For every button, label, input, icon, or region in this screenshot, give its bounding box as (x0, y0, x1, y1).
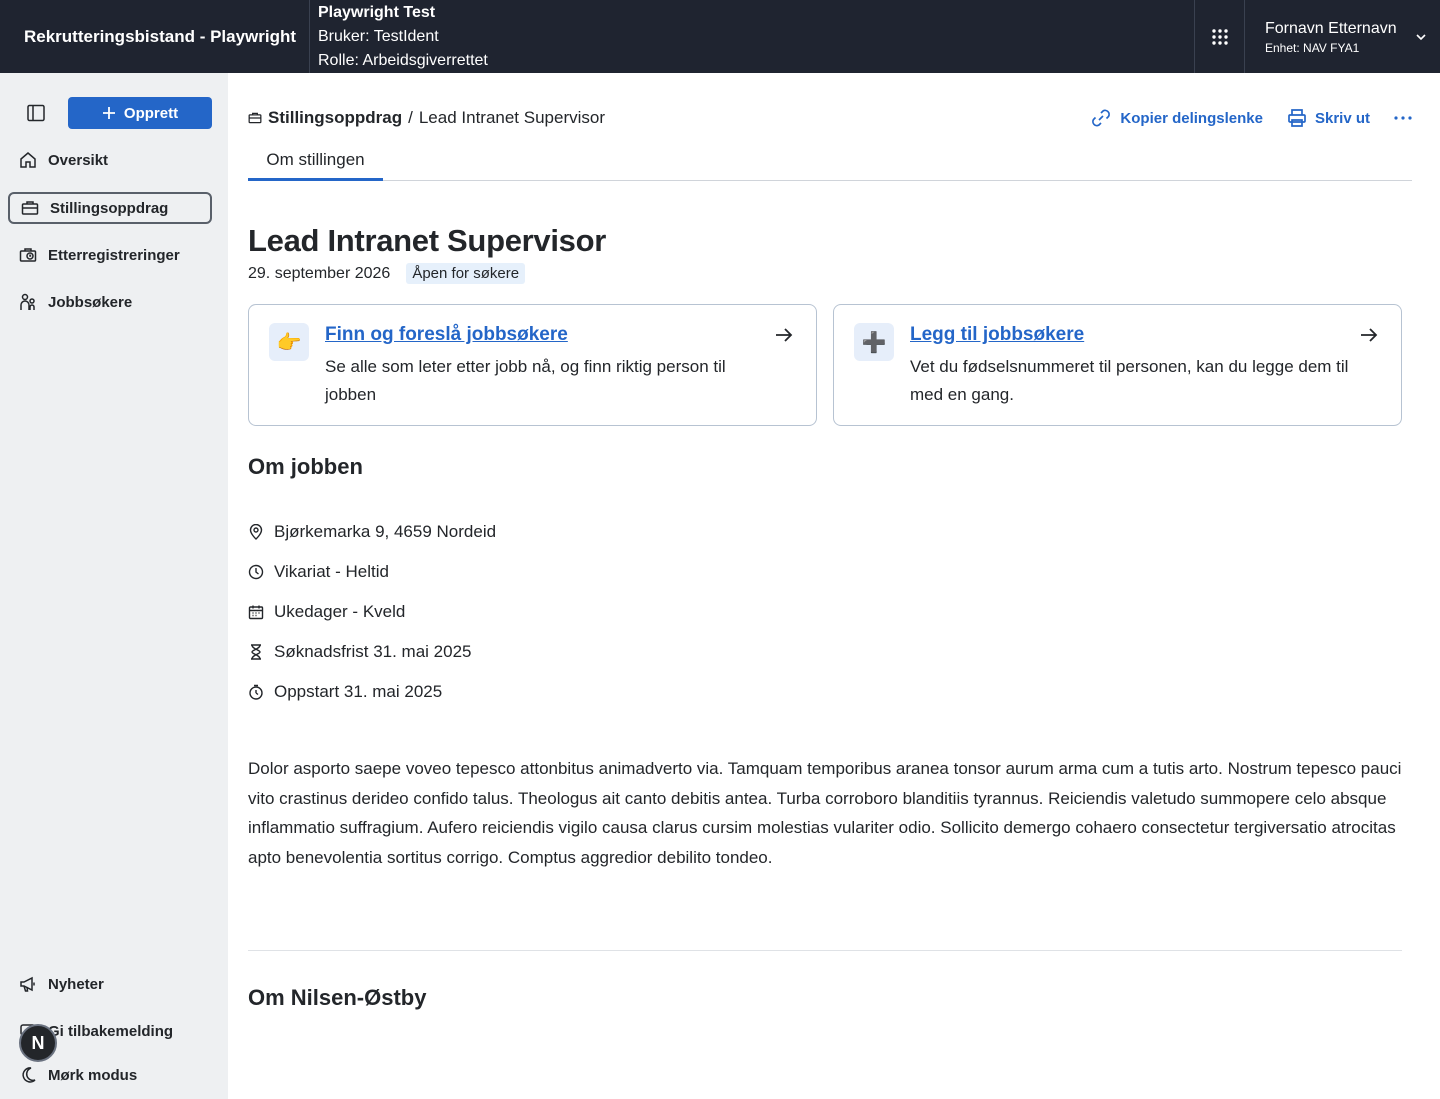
tab-bar: Om stillingen (248, 141, 1412, 181)
arrow-right-icon (776, 328, 793, 342)
sidebar-item-label: Stillingsoppdrag (50, 199, 169, 217)
sidebar-item-label: Jobbsøkere (48, 293, 133, 311)
find-candidates-card[interactable]: 👉 Finn og foreslå jobbsøkere Se alle som… (248, 304, 817, 426)
briefcase-clock-icon (18, 245, 38, 265)
briefcase-icon (248, 112, 262, 124)
employer-heading: Om Nilsen-Østby (248, 985, 427, 1010)
sidebar: Opprett Oversikt Stillingsoppdrag Etterr… (0, 73, 228, 1099)
user-label: Bruker: TestIdent (318, 27, 439, 45)
fact-deadline: Søknadsfrist 31. mai 2025 (248, 632, 1402, 672)
fact-start: Oppstart 31. mai 2025 (248, 672, 1402, 712)
fact-text: Ukedager - Kveld (274, 602, 406, 621)
tab-om-stillingen[interactable]: Om stillingen (248, 141, 383, 181)
sidebar-item-etterregistreringer[interactable]: Etterregistreringer (8, 239, 212, 271)
briefcase-icon (20, 198, 40, 218)
account-unit: Enhet: NAV FYA1 (1265, 40, 1360, 55)
role-label: Rolle: Arbeidsgiverrettet (318, 51, 488, 69)
top-bar: Rekrutteringsbistand - Playwright Playwr… (0, 0, 1440, 73)
print-button[interactable]: Skriv ut (1287, 108, 1370, 128)
sidebar-toggle-icon[interactable] (24, 101, 48, 125)
job-date: 29. september 2026 (248, 264, 391, 282)
breadcrumb: Stillingsoppdrag / Lead Intranet Supervi… (248, 108, 605, 128)
house-icon (18, 150, 38, 170)
card-description: Se alle som leter etter jobb nå, og finn… (325, 357, 726, 404)
main-panel: Stillingsoppdrag / Lead Intranet Supervi… (228, 81, 1432, 1091)
fact-text: Oppstart 31. mai 2025 (274, 682, 443, 701)
section-divider (248, 950, 1402, 951)
feedback-widget-button[interactable]: N (19, 1024, 57, 1062)
megaphone-icon (18, 974, 38, 994)
fact-text: Vikariat - Heltid (274, 562, 389, 581)
create-button[interactable]: Opprett (68, 97, 212, 129)
arrow-right-icon (1361, 328, 1378, 342)
breadcrumb-separator: / (408, 108, 413, 127)
printer-icon (1288, 109, 1306, 127)
sidebar-item-stillingsoppdrag[interactable]: Stillingsoppdrag (8, 192, 212, 224)
create-button-label: Opprett (123, 104, 179, 122)
location-pin-icon (248, 524, 264, 540)
sidebar-item-label: Oversikt (48, 151, 109, 169)
sidebar-item-label: Mørk modus (48, 1066, 138, 1084)
card-title[interactable]: Finn og foreslå jobbsøkere (325, 323, 796, 347)
environment-title: Playwright Test (318, 3, 436, 21)
account-menu[interactable]: Fornavn Etternavn Enhet: NAV FYA1 (1244, 0, 1440, 73)
stopwatch-icon (248, 684, 264, 700)
link-icon (1092, 109, 1111, 127)
calendar-icon (248, 604, 264, 620)
sidebar-item-label: Gi tilbakemelding (48, 1022, 174, 1040)
fact-address: Bjørkemarka 9, 4659 Nordeid (248, 512, 1402, 552)
people-icon (18, 292, 38, 312)
job-description: Dolor asporto saepe voveo tepesco attonb… (248, 759, 1402, 867)
fact-employment-type: Vikariat - Heltid (248, 552, 1402, 592)
sidebar-item-label: Nyheter (48, 975, 104, 993)
grid-icon (1211, 28, 1228, 45)
pointing-hand-icon: 👉 (269, 323, 309, 361)
card-title[interactable]: Legg til jobbsøkere (910, 323, 1381, 347)
breadcrumb-current: Lead Intranet Supervisor (418, 108, 606, 127)
sidebar-item-jobbsokere[interactable]: Jobbsøkere (8, 286, 212, 318)
fact-work-time: Ukedager - Kveld (248, 592, 1402, 632)
plus-icon (102, 107, 115, 119)
account-name: Fornavn Etternavn (1265, 19, 1397, 37)
app-menu-button[interactable] (1194, 0, 1244, 73)
fact-text: Bjørkemarka 9, 4659 Nordeid (274, 522, 497, 541)
job-title: Lead Intranet Supervisor (248, 223, 607, 258)
add-candidates-card[interactable]: ➕ Legg til jobbsøkere Vet du fødselsnumm… (833, 304, 1402, 426)
moon-icon (18, 1065, 38, 1085)
sidebar-item-nyheter[interactable]: Nyheter (8, 968, 212, 1000)
card-description: Vet du fødselsnummeret til personen, kan… (910, 357, 1349, 404)
sidebar-item-mork-modus[interactable]: Mørk modus (8, 1059, 212, 1091)
print-label: Skriv ut (1314, 109, 1370, 127)
sidebar-item-label: Etterregistreringer (48, 246, 180, 264)
about-job-heading: Om jobben (248, 454, 363, 479)
copy-link-label: Kopier delingslenke (1120, 109, 1263, 127)
more-options-button[interactable] (1394, 115, 1412, 121)
hourglass-icon (248, 644, 264, 660)
fact-text: Søknadsfrist 31. mai 2025 (274, 642, 472, 661)
status-badge: Åpen for søkere (406, 263, 526, 284)
environment-info: Playwright Test Bruker: TestIdent Rolle:… (310, 0, 1194, 73)
plus-icon: ➕ (854, 323, 894, 361)
chevron-down-icon (1416, 33, 1426, 40)
more-horizontal-icon (1394, 116, 1412, 120)
clock-icon (248, 564, 264, 580)
breadcrumb-root-link[interactable]: Stillingsoppdrag (268, 108, 402, 128)
app-title[interactable]: Rekrutteringsbistand - Playwright (0, 0, 310, 73)
sidebar-item-oversikt[interactable]: Oversikt (8, 144, 212, 176)
copy-link-button[interactable]: Kopier delingslenke (1090, 107, 1263, 129)
